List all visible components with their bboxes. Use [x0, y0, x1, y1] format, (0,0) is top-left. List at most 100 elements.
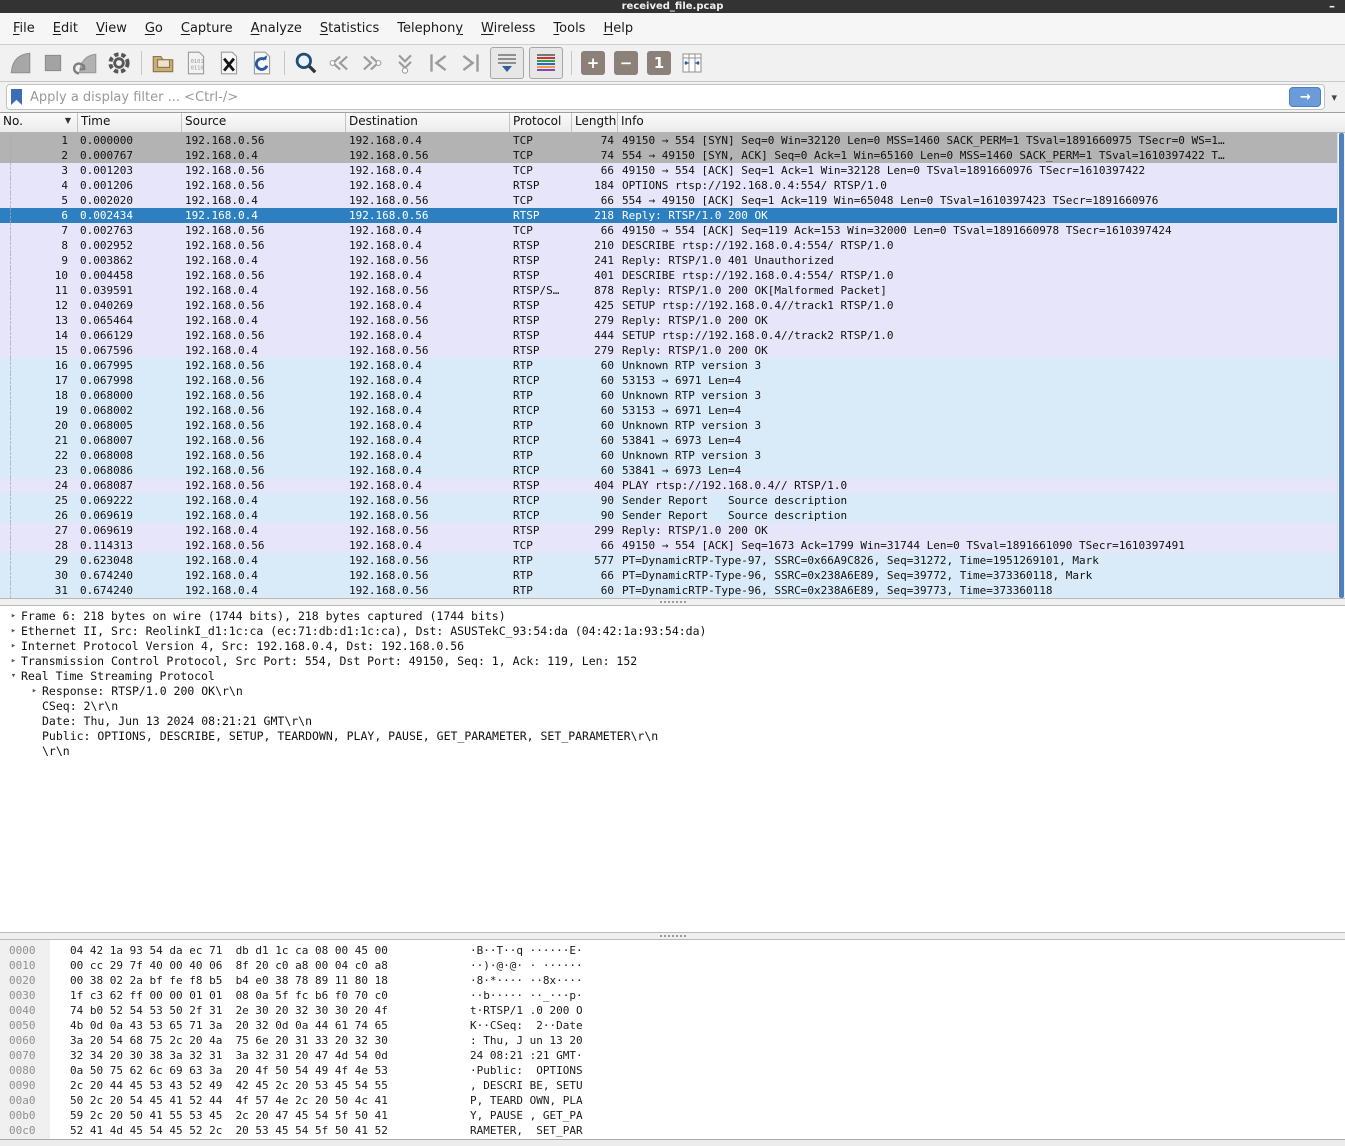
detail-line[interactable]: ▸ Internet Protocol Version 4, Src: 192.…: [0, 639, 1345, 654]
packet-row[interactable]: 12 0.040269 192.168.0.56 192.168.0.4 RTS…: [0, 298, 1345, 313]
packet-row[interactable]: 3 0.001203 192.168.0.56 192.168.0.4 TCP …: [0, 163, 1345, 178]
pane-splitter-hex[interactable]: [0, 932, 1345, 940]
first-packet-icon[interactable]: [424, 49, 452, 77]
hex-row[interactable]: 0070 32 34 20 30 38 3a 32 31 3a 32 31 20…: [0, 1048, 1345, 1063]
colorize-icon[interactable]: [529, 47, 563, 79]
filter-input[interactable]: Apply a display filter ... <Ctrl-/> →: [6, 84, 1325, 110]
column-header[interactable]: Info: [618, 113, 1345, 132]
packet-row[interactable]: 4 0.001206 192.168.0.56 192.168.0.4 RTSP…: [0, 178, 1345, 193]
packet-row[interactable]: 26 0.069619 192.168.0.4 192.168.0.56 RTC…: [0, 508, 1345, 523]
packet-row[interactable]: 21 0.068007 192.168.0.56 192.168.0.4 RTC…: [0, 433, 1345, 448]
expander-icon[interactable]: [27, 699, 42, 714]
hex-row[interactable]: 00a0 50 2c 20 54 45 41 52 44 4f 57 4e 2c…: [0, 1093, 1345, 1108]
expander-icon[interactable]: ▸: [27, 684, 42, 699]
column-header[interactable]: Destination: [346, 113, 510, 132]
reload-file-icon[interactable]: [248, 49, 276, 77]
detail-line[interactable]: ▸ Response: RTSP/1.0 200 OK\r\n: [0, 684, 1345, 699]
menu-item[interactable]: Edit: [44, 13, 87, 44]
hex-row[interactable]: 0080 0a 50 75 62 6c 69 63 3a 20 4f 50 54…: [0, 1063, 1345, 1078]
menu-item[interactable]: Help: [594, 13, 642, 44]
menu-item[interactable]: Tools: [544, 13, 594, 44]
menu-item[interactable]: Wireless: [472, 13, 544, 44]
detail-line[interactable]: CSeq: 2\r\n: [0, 699, 1345, 714]
packet-row[interactable]: 24 0.068087 192.168.0.56 192.168.0.4 RTS…: [0, 478, 1345, 493]
save-file-icon[interactable]: 01010110: [182, 49, 210, 77]
expander-icon[interactable]: ▸: [6, 609, 21, 624]
filter-dropdown-caret[interactable]: ▾: [1325, 91, 1341, 104]
detail-line[interactable]: ▸ Frame 6: 218 bytes on wire (1744 bits)…: [0, 609, 1345, 624]
packet-row[interactable]: 8 0.002952 192.168.0.56 192.168.0.4 RTSP…: [0, 238, 1345, 253]
menu-item[interactable]: View: [87, 13, 136, 44]
zoom-100-icon[interactable]: 1: [645, 49, 673, 77]
go-forward-icon[interactable]: [358, 49, 386, 77]
close-file-icon[interactable]: [215, 49, 243, 77]
packet-row[interactable]: 29 0.623048 192.168.0.4 192.168.0.56 RTP…: [0, 553, 1345, 568]
hex-row[interactable]: 0060 3a 20 54 68 75 2c 20 4a 75 6e 20 31…: [0, 1033, 1345, 1048]
packet-row[interactable]: 19 0.068002 192.168.0.56 192.168.0.4 RTC…: [0, 403, 1345, 418]
packet-row[interactable]: 10 0.004458 192.168.0.56 192.168.0.4 RTS…: [0, 268, 1345, 283]
hex-row[interactable]: 00c0 52 41 4d 45 54 45 52 2c 20 53 45 54…: [0, 1123, 1345, 1138]
packet-row[interactable]: 5 0.002020 192.168.0.4 192.168.0.56 TCP …: [0, 193, 1345, 208]
go-to-packet-icon[interactable]: [391, 49, 419, 77]
hex-row[interactable]: 0000 04 42 1a 93 54 da ec 71 db d1 1c ca…: [0, 943, 1345, 958]
hex-row[interactable]: 0040 74 b0 52 54 53 50 2f 31 2e 30 20 32…: [0, 1003, 1345, 1018]
find-packet-icon[interactable]: [292, 49, 320, 77]
expander-icon[interactable]: ▸: [6, 624, 21, 639]
scrollbar-thumb[interactable]: [1339, 133, 1344, 598]
column-header[interactable]: Length: [572, 113, 618, 132]
packet-row[interactable]: 27 0.069619 192.168.0.4 192.168.0.56 RTS…: [0, 523, 1345, 538]
go-back-icon[interactable]: [325, 49, 353, 77]
start-capture-icon[interactable]: [6, 49, 34, 77]
column-header[interactable]: Source: [182, 113, 346, 132]
expander-icon[interactable]: [27, 729, 42, 744]
last-packet-icon[interactable]: [457, 49, 485, 77]
column-header[interactable]: No.: [0, 113, 78, 132]
hex-row[interactable]: 0030 1f c3 62 ff 00 00 01 01 08 0a 5f fc…: [0, 988, 1345, 1003]
packet-row[interactable]: 9 0.003862 192.168.0.4 192.168.0.56 RTSP…: [0, 253, 1345, 268]
detail-line[interactable]: Date: Thu, Jun 13 2024 08:21:21 GMT\r\n: [0, 714, 1345, 729]
hex-row[interactable]: 0090 2c 20 44 45 53 43 52 49 42 45 2c 20…: [0, 1078, 1345, 1093]
packet-row[interactable]: 11 0.039591 192.168.0.4 192.168.0.56 RTS…: [0, 283, 1345, 298]
auto-scroll-icon[interactable]: [490, 47, 524, 79]
hex-row[interactable]: 00b0 59 2c 20 50 41 55 53 45 2c 20 47 45…: [0, 1108, 1345, 1123]
hex-row[interactable]: 0020 00 38 02 2a bf fe f8 b5 b4 e0 38 78…: [0, 973, 1345, 988]
capture-options-icon[interactable]: [105, 49, 133, 77]
stop-capture-icon[interactable]: [39, 49, 67, 77]
expander-icon[interactable]: ▾: [6, 669, 21, 684]
minimize-button[interactable]: –: [1329, 0, 1335, 13]
packet-row[interactable]: 25 0.069222 192.168.0.4 192.168.0.56 RTC…: [0, 493, 1345, 508]
packet-row[interactable]: 31 0.674240 192.168.0.4 192.168.0.56 RTP…: [0, 583, 1345, 598]
pane-splitter-details[interactable]: [0, 598, 1345, 606]
column-header[interactable]: Time: [78, 113, 182, 132]
expander-icon[interactable]: ▸: [6, 654, 21, 669]
detail-line[interactable]: ▾ Real Time Streaming Protocol: [0, 669, 1345, 684]
bookmark-icon[interactable]: [11, 89, 22, 105]
detail-line[interactable]: \r\n: [0, 744, 1345, 759]
menu-item[interactable]: Statistics: [311, 13, 388, 44]
detail-line[interactable]: Public: OPTIONS, DESCRIBE, SETUP, TEARDO…: [0, 729, 1345, 744]
packet-row[interactable]: 7 0.002763 192.168.0.56 192.168.0.4 TCP …: [0, 223, 1345, 238]
restart-capture-icon[interactable]: [72, 49, 100, 77]
hex-row[interactable]: 0010 00 cc 29 7f 40 00 40 06 8f 20 c0 a8…: [0, 958, 1345, 973]
packet-row[interactable]: 30 0.674240 192.168.0.4 192.168.0.56 RTP…: [0, 568, 1345, 583]
packet-row[interactable]: 17 0.067998 192.168.0.56 192.168.0.4 RTC…: [0, 373, 1345, 388]
packet-row[interactable]: 14 0.066129 192.168.0.56 192.168.0.4 RTS…: [0, 328, 1345, 343]
packet-row[interactable]: 2 0.000767 192.168.0.4 192.168.0.56 TCP …: [0, 148, 1345, 163]
packet-row[interactable]: 23 0.068086 192.168.0.56 192.168.0.4 RTC…: [0, 463, 1345, 478]
menu-item[interactable]: Capture: [172, 13, 242, 44]
zoom-out-icon[interactable]: −: [612, 49, 640, 77]
menu-item[interactable]: File: [4, 13, 44, 44]
menu-item[interactable]: Telephony: [388, 13, 472, 44]
detail-line[interactable]: ▸ Ethernet II, Src: ReolinkI_d1:1c:ca (e…: [0, 624, 1345, 639]
packet-row[interactable]: 22 0.068008 192.168.0.56 192.168.0.4 RTP…: [0, 448, 1345, 463]
hex-row[interactable]: 0050 4b 0d 0a 43 53 65 71 3a 20 32 0d 0a…: [0, 1018, 1345, 1033]
packet-row[interactable]: 16 0.067995 192.168.0.56 192.168.0.4 RTP…: [0, 358, 1345, 373]
packet-row[interactable]: 20 0.068005 192.168.0.56 192.168.0.4 RTP…: [0, 418, 1345, 433]
packet-row[interactable]: 15 0.067596 192.168.0.4 192.168.0.56 RTS…: [0, 343, 1345, 358]
packet-row[interactable]: 13 0.065464 192.168.0.4 192.168.0.56 RTS…: [0, 313, 1345, 328]
menu-item[interactable]: Analyze: [242, 13, 311, 44]
packet-row[interactable]: 1 0.000000 192.168.0.56 192.168.0.4 TCP …: [0, 133, 1345, 148]
apply-filter-button[interactable]: →: [1289, 87, 1321, 107]
packet-row[interactable]: 18 0.068000 192.168.0.56 192.168.0.4 RTP…: [0, 388, 1345, 403]
expander-icon[interactable]: [27, 744, 42, 759]
